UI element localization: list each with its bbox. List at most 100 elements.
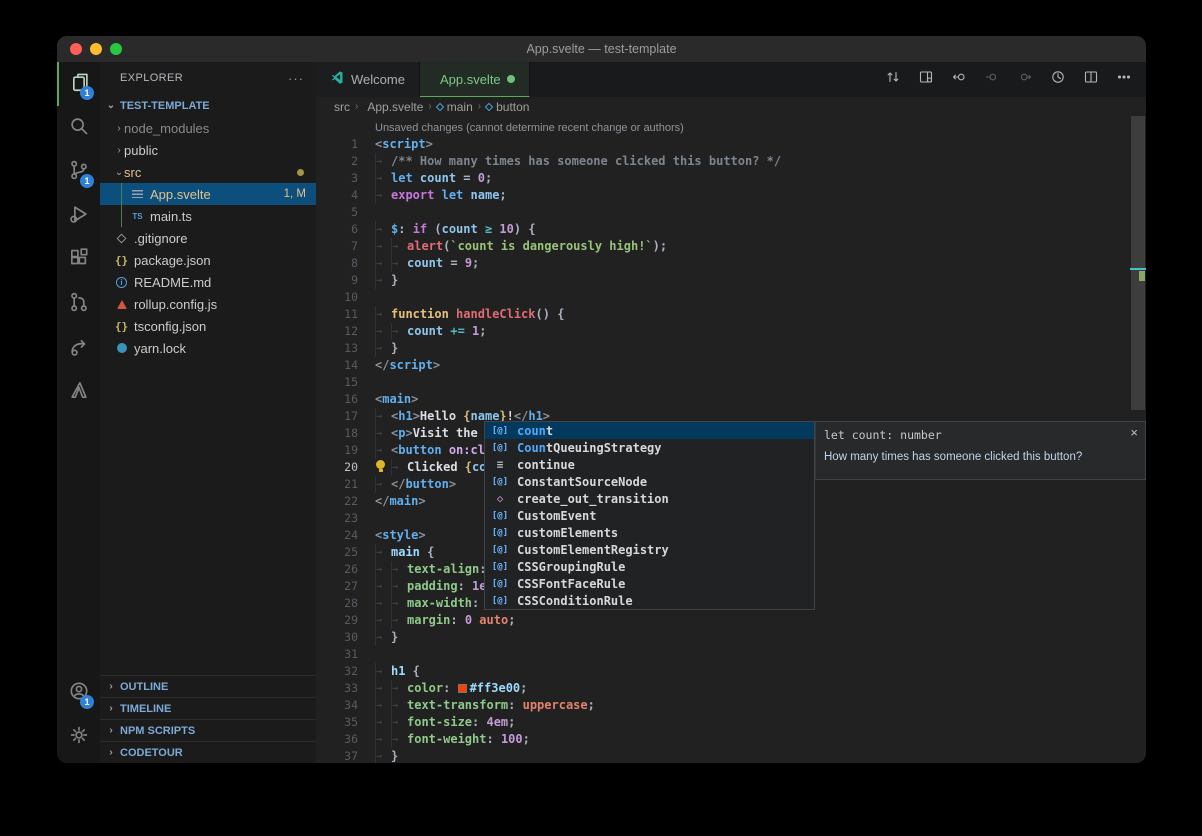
code-line[interactable]: 29→→margin: 0 auto; xyxy=(316,612,1146,629)
activity-item-accounts[interactable]: 1 xyxy=(57,671,100,715)
sidebar-section-npm-scripts[interactable]: ›NPM SCRIPTS xyxy=(100,719,316,741)
code-line[interactable]: 6→$: if (count ≥ 10) { xyxy=(316,221,1146,238)
timeline-icon[interactable] xyxy=(1050,69,1066,90)
item-label: public xyxy=(124,143,158,158)
item-label: main.ts xyxy=(150,209,192,224)
activity-item-source-control[interactable]: 1 xyxy=(57,150,100,194)
minimize-window-button[interactable] xyxy=(90,43,102,55)
suggest-item[interactable]: ≡continue xyxy=(485,456,814,473)
more-actions-icon[interactable] xyxy=(1116,69,1132,90)
suggest-item[interactable]: [@]CustomElementRegistry xyxy=(485,541,814,558)
code-line[interactable]: 2→/** How many times has someone clicked… xyxy=(316,153,1146,170)
suggest-item[interactable]: [@]CSSConditionRule xyxy=(485,592,814,609)
item-label: README.md xyxy=(134,275,211,290)
breadcrumb-item-button[interactable]: button xyxy=(486,100,529,114)
suggest-item[interactable]: [@] ConstantSourceNode xyxy=(485,473,814,490)
badge: 1 xyxy=(80,174,94,188)
activity-item-extensions[interactable] xyxy=(57,238,100,282)
file-item[interactable]: rollup.config.js xyxy=(100,293,316,315)
suggest-widget: [@]count[@]CountQueuingStrategy≡continue… xyxy=(484,421,815,610)
folder-item[interactable]: ›public xyxy=(100,139,316,161)
breadcrumb-item-main[interactable]: main xyxy=(437,100,473,114)
project-section-header[interactable]: ⌄ TEST-TEMPLATE xyxy=(100,94,316,117)
code-line[interactable]: 7→→alert(`count is dangerously high!`); xyxy=(316,238,1146,255)
zoom-window-button[interactable] xyxy=(110,43,122,55)
overview-ruler-modified-mark xyxy=(1139,271,1145,281)
code-line[interactable]: 30→} xyxy=(316,629,1146,646)
breadcrumb-item-src[interactable]: src xyxy=(334,100,350,114)
symbol-variable-icon: [@] xyxy=(489,511,511,521)
activity-item-azure[interactable] xyxy=(57,370,100,414)
line-number: 28 xyxy=(316,595,358,612)
symbol-variable-icon: [@] xyxy=(489,477,511,487)
tab-app-svelte[interactable]: App.svelte xyxy=(420,62,530,97)
code-line[interactable]: 37→} xyxy=(316,748,1146,763)
line-number: 17 xyxy=(316,408,358,425)
suggest-item[interactable]: [@]CustomEvent xyxy=(485,507,814,524)
file-item[interactable]: App.svelte1, M xyxy=(100,183,316,205)
file-item[interactable]: iREADME.md xyxy=(100,271,316,293)
code-line[interactable]: 10 xyxy=(316,289,1146,306)
suggest-item[interactable]: [@]CountQueuingStrategy xyxy=(485,439,814,456)
code-line[interactable]: 32→h1 { xyxy=(316,663,1146,680)
split-editor-icon[interactable] xyxy=(1083,69,1099,90)
code-line[interactable]: 4→export let name; xyxy=(316,187,1146,204)
file-item[interactable]: .gitignore xyxy=(100,227,316,249)
back-circle-icon[interactable] xyxy=(951,69,967,90)
activity-item-live-share[interactable] xyxy=(57,326,100,370)
file-item[interactable]: {}package.json xyxy=(100,249,316,271)
line-number: 34 xyxy=(316,697,358,714)
suggest-item[interactable]: [@]CSSFontFaceRule xyxy=(485,575,814,592)
sidebar-section-timeline[interactable]: ›TIMELINE xyxy=(100,697,316,719)
code-line[interactable]: 36→→font-weight: 100; xyxy=(316,731,1146,748)
code-line[interactable]: 35→→font-size: 4em; xyxy=(316,714,1146,731)
line-number: 25 xyxy=(316,544,358,561)
code-line[interactable]: 3→let count = 0; xyxy=(316,170,1146,187)
suggest-item[interactable]: [@]count xyxy=(485,422,814,439)
json-file-icon: {} xyxy=(114,320,129,333)
file-item[interactable]: yarn.lock xyxy=(100,337,316,359)
code-line[interactable]: 9→} xyxy=(316,272,1146,289)
activity-item-explorer[interactable]: 1 xyxy=(57,62,100,106)
file-item[interactable]: {} tsconfig.json xyxy=(100,315,316,337)
code-line[interactable]: 31 xyxy=(316,646,1146,663)
suggest-item[interactable]: ◇create_out_transition xyxy=(485,490,814,507)
activity-item-github-pull-requests[interactable] xyxy=(57,282,100,326)
sidebar-section-outline[interactable]: ›OUTLINE xyxy=(100,675,316,697)
code-line[interactable]: 14</script> xyxy=(316,357,1146,374)
line-content: →} xyxy=(375,272,398,289)
activity-item-settings[interactable] xyxy=(57,715,100,759)
code-line[interactable]: 33→→color: #ff3e00; xyxy=(316,680,1146,697)
line-content: →→padding: 1em; xyxy=(375,578,501,595)
close-window-button[interactable] xyxy=(70,43,82,55)
git-compare-icon[interactable] xyxy=(885,69,901,90)
line-content: <style> xyxy=(375,527,426,544)
suggest-label: ConstantSourceNode xyxy=(517,475,647,489)
close-icon[interactable]: × xyxy=(1130,425,1138,440)
code-line[interactable]: 8→→count = 9; xyxy=(316,255,1146,272)
code-line[interactable]: 5 xyxy=(316,204,1146,221)
open-preview-icon[interactable] xyxy=(918,69,934,90)
code-line[interactable]: 15 xyxy=(316,374,1146,391)
file-item[interactable]: TSmain.ts xyxy=(100,205,316,227)
folder-item[interactable]: ⌄src xyxy=(100,161,316,183)
activity-item-run-debug[interactable] xyxy=(57,194,100,238)
scrollbar-thumb[interactable] xyxy=(1131,116,1145,410)
activity-item-search[interactable] xyxy=(57,106,100,150)
code-line[interactable]: 16<main> xyxy=(316,391,1146,408)
tab-welcome[interactable]: Welcome xyxy=(316,62,420,97)
code-line[interactable]: 12→→count += 1; xyxy=(316,323,1146,340)
suggest-item[interactable]: [@]CSSGroupingRule xyxy=(485,558,814,575)
code-line[interactable]: 11→function handleClick() { xyxy=(316,306,1146,323)
code-line[interactable]: 34→→text-transform: uppercase; xyxy=(316,697,1146,714)
sidebar-section-codetour[interactable]: ›CODETOUR xyxy=(100,741,316,763)
breadcrumb-item-app-svelte[interactable]: App.svelte xyxy=(363,100,423,114)
line-content: </script> xyxy=(375,357,440,374)
code-line[interactable]: 13→} xyxy=(316,340,1146,357)
more-actions-icon[interactable]: ··· xyxy=(288,71,304,86)
item-label: tsconfig.json xyxy=(134,319,206,334)
folder-item[interactable]: ›node_modules xyxy=(100,117,316,139)
code-line[interactable]: 1<script> xyxy=(316,136,1146,153)
suggest-item[interactable]: [@]customElements xyxy=(485,524,814,541)
code-line[interactable]: Unsaved changes (cannot determine recent… xyxy=(316,119,1146,136)
